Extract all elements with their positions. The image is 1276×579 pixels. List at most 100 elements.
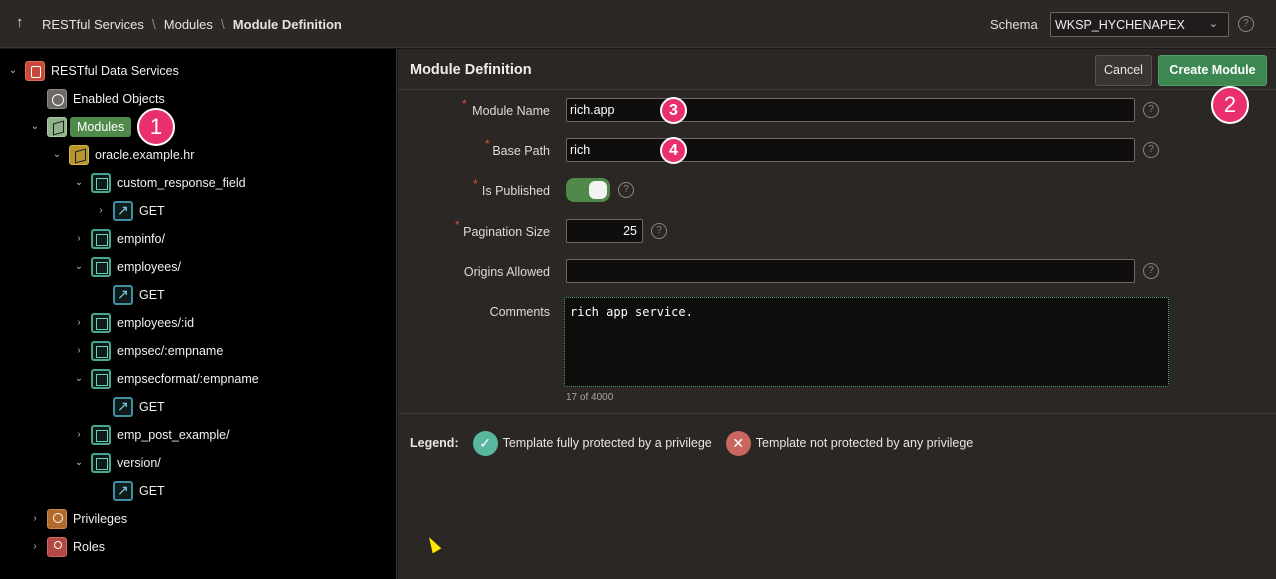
module-name-label: Module Name: [472, 104, 550, 118]
base-path-input[interactable]: rich: [566, 138, 1135, 162]
panel-header: Module Definition Cancel Create Module: [398, 49, 1276, 90]
schema-value: WKSP_HYCHENAPEX: [1055, 18, 1185, 32]
breadcrumb-modules[interactable]: Modules: [164, 17, 213, 32]
tree-node-root[interactable]: RESTful Data Services: [25, 59, 179, 83]
tree-node-template[interactable]: emp_post_example/: [91, 423, 230, 447]
template-icon: [91, 257, 111, 277]
base-path-label: Base Path: [492, 144, 550, 158]
key-icon: [47, 509, 67, 529]
chevron-right-icon[interactable]: ›: [73, 233, 85, 244]
tree-node-template[interactable]: empinfo/: [91, 227, 165, 251]
legend-item-protected: ✓ Template fully protected by a privileg…: [472, 430, 712, 456]
toggle-knob: [589, 181, 607, 199]
template-icon: [91, 341, 111, 361]
tree-node-label: Enabled Objects: [73, 92, 165, 106]
close-icon: ✕: [725, 430, 751, 456]
template-icon: [91, 313, 111, 333]
tree-node-modules[interactable]: Modules: [47, 115, 132, 139]
module-name-input[interactable]: rich.app: [566, 98, 1135, 122]
enabled-objects-icon: [47, 89, 67, 109]
tree-node-label: emp_post_example/: [117, 428, 230, 442]
chevron-right-icon[interactable]: ›: [29, 513, 41, 524]
schema-select[interactable]: WKSP_HYCHENAPEX ⌄: [1050, 12, 1229, 37]
create-module-button[interactable]: Create Module: [1158, 55, 1267, 86]
legend-label: Template not protected by any privilege: [755, 436, 974, 450]
tree-node-label: Modules: [70, 117, 132, 137]
help-icon[interactable]: ?: [1143, 263, 1159, 279]
legend: Legend: ✓ Template fully protected by a …: [410, 430, 987, 456]
help-icon[interactable]: ?: [651, 223, 667, 239]
top-bar: ↑ RESTful Services \ Modules \ Module De…: [0, 0, 1276, 48]
chevron-down-icon: ⌄: [1208, 18, 1218, 30]
pagination-size-label: Pagination Size: [463, 225, 550, 239]
handler-icon: [113, 201, 133, 221]
tree-node-template[interactable]: version/: [91, 451, 161, 475]
tree-node-label: version/: [117, 456, 161, 470]
comments-label: Comments: [489, 305, 550, 319]
chevron-right-icon[interactable]: ›: [73, 429, 85, 440]
breadcrumb-separator: \: [220, 16, 225, 32]
tree-node-label: employees/:id: [117, 316, 195, 330]
tree-node-template[interactable]: employees/:id: [91, 311, 194, 335]
chevron-down-icon[interactable]: ⌄: [7, 65, 19, 76]
tree-node-label: empinfo/: [117, 232, 165, 246]
chevron-right-icon[interactable]: ›: [95, 205, 107, 216]
tree-node-enabled-objects[interactable]: Enabled Objects: [47, 87, 165, 111]
tree-node-module[interactable]: oracle.example.hr: [69, 143, 194, 167]
help-icon[interactable]: ?: [1143, 102, 1159, 118]
comments-textarea[interactable]: rich app service.: [564, 297, 1169, 387]
check-icon: ✓: [472, 430, 498, 456]
is-published-toggle[interactable]: [566, 178, 610, 202]
help-icon[interactable]: ?: [1143, 142, 1159, 158]
arrow-up-icon[interactable]: ↑: [16, 14, 24, 31]
cancel-button[interactable]: Cancel: [1095, 55, 1152, 86]
tree-node-template[interactable]: employees/: [91, 255, 181, 279]
tree-node-label: Roles: [73, 540, 105, 554]
schema-label: Schema: [990, 17, 1038, 32]
origins-allowed-input[interactable]: [566, 259, 1135, 283]
handler-icon: [113, 285, 133, 305]
annotation-badge-1: 1: [137, 108, 175, 146]
is-published-label: Is Published: [481, 184, 550, 198]
legend-item-unprotected: ✕ Template not protected by any privileg…: [725, 430, 974, 456]
legend-label: Template fully protected by a privilege: [502, 436, 712, 450]
tree-node-label: custom_response_field: [117, 176, 246, 190]
rest-service-icon: [25, 61, 45, 81]
chevron-right-icon[interactable]: ›: [73, 317, 85, 328]
chevron-down-icon[interactable]: ⌄: [73, 457, 85, 468]
chevron-down-icon[interactable]: ⌄: [73, 177, 85, 188]
page-title: Module Definition: [410, 62, 532, 78]
help-icon[interactable]: ?: [1238, 16, 1254, 32]
chevron-right-icon[interactable]: ›: [73, 345, 85, 356]
tree-node-handler[interactable]: GET: [113, 479, 165, 503]
navigation-tree: ⌄ RESTful Data Services Enabled Objects …: [0, 49, 397, 579]
tree-node-template[interactable]: empsecformat/:empname: [91, 367, 259, 391]
tree-node-handler[interactable]: GET: [113, 395, 165, 419]
tree-node-roles[interactable]: Roles: [47, 535, 105, 559]
template-icon: [91, 453, 111, 473]
tree-node-privileges[interactable]: Privileges: [47, 507, 127, 531]
legend-title: Legend:: [410, 436, 459, 450]
chevron-down-icon[interactable]: ⌄: [51, 149, 63, 160]
character-counter: 17 of 4000: [566, 392, 614, 403]
tree-node-handler[interactable]: GET: [113, 199, 165, 223]
tree-node-label: empsecformat/:empname: [117, 372, 259, 386]
template-icon: [91, 369, 111, 389]
breadcrumb-separator: \: [151, 16, 156, 32]
origins-allowed-label: Origins Allowed: [463, 265, 550, 279]
chevron-down-icon[interactable]: ⌄: [29, 121, 41, 132]
tree-node-template[interactable]: empsec/:empname: [91, 339, 223, 363]
chevron-right-icon[interactable]: ›: [29, 541, 41, 552]
tree-node-template[interactable]: custom_response_field: [91, 171, 246, 195]
chevron-down-icon[interactable]: ⌄: [73, 373, 85, 384]
user-icon: [47, 537, 67, 557]
tree-node-label: GET: [139, 204, 165, 218]
pagination-size-input[interactable]: 25: [566, 219, 643, 243]
tree-node-handler[interactable]: GET: [113, 283, 165, 307]
breadcrumb: RESTful Services \ Modules \ Module Defi…: [42, 16, 342, 32]
breadcrumb-restful-services[interactable]: RESTful Services: [42, 17, 144, 32]
chevron-down-icon[interactable]: ⌄: [73, 261, 85, 272]
tree-node-label: employees/: [117, 260, 181, 274]
tree-node-label: oracle.example.hr: [95, 148, 195, 162]
help-icon[interactable]: ?: [618, 182, 634, 198]
